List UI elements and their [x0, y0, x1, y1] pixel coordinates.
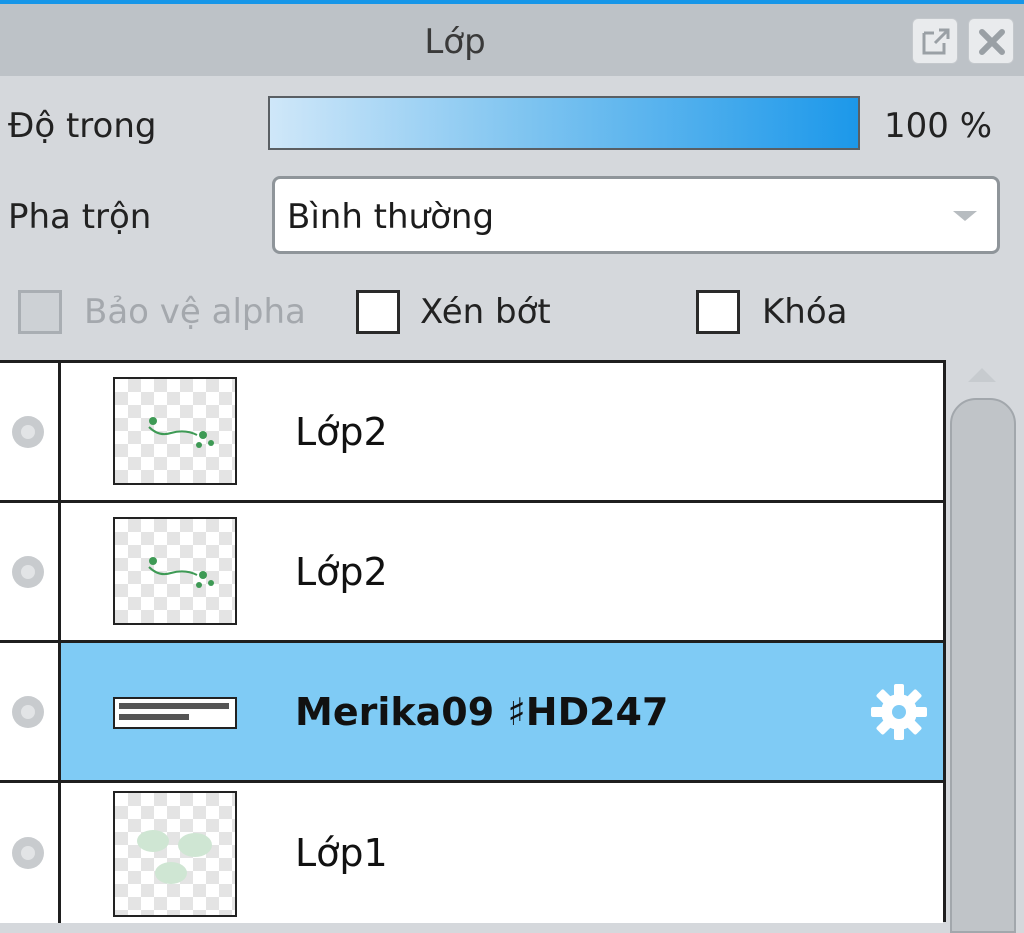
- layer-list: Lớp2 Lớp2 Merika09 ♯HD247 Lớp1: [0, 360, 946, 923]
- layer-row-selected[interactable]: Merika09 ♯HD247: [0, 643, 943, 783]
- layer-name: Lớp2: [295, 549, 388, 594]
- visibility-dot-icon: [12, 415, 44, 448]
- layer-row[interactable]: Lớp1: [0, 783, 943, 923]
- layer-row[interactable]: Lớp2: [0, 363, 943, 503]
- layer-thumbnail: [113, 377, 237, 485]
- blend-label: Pha trộn: [8, 197, 152, 237]
- visibility-toggle[interactable]: [0, 363, 61, 500]
- lock-checkbox[interactable]: [696, 290, 740, 334]
- lock-label: Khóa: [762, 292, 848, 332]
- visibility-dot-icon: [12, 695, 44, 728]
- layer-thumbnail: [113, 697, 237, 729]
- scrollbar-thumb[interactable]: [950, 398, 1016, 933]
- visibility-dot-icon: [12, 837, 44, 869]
- visibility-toggle[interactable]: [0, 503, 61, 640]
- layer-thumbnail: [113, 791, 237, 917]
- opacity-value: 100 %: [884, 106, 993, 146]
- green-sketch-thumbnail: [148, 557, 214, 588]
- close-button[interactable]: [968, 18, 1014, 64]
- layer-thumbnail: [113, 517, 237, 625]
- blend-mode-select[interactable]: Bình thường: [272, 176, 1000, 254]
- opacity-slider[interactable]: [268, 96, 860, 150]
- blend-mode-value: Bình thường: [287, 197, 495, 237]
- visibility-dot-icon: [12, 555, 44, 588]
- layer-name: Lớp1: [295, 831, 388, 875]
- float-window-icon: [922, 28, 950, 55]
- scroll-up-arrow-icon[interactable]: [968, 368, 996, 382]
- layer-name: Lớp2: [295, 409, 388, 454]
- close-icon: [979, 29, 1005, 55]
- protect-alpha-checkbox[interactable]: [18, 290, 62, 334]
- green-sketch-thumbnail: [148, 417, 214, 448]
- visibility-toggle[interactable]: [0, 643, 61, 780]
- text-strip-thumbnail: [119, 703, 229, 720]
- protect-alpha-label: Bảo vệ alpha: [84, 292, 306, 332]
- layer-row[interactable]: Lớp2: [0, 503, 943, 643]
- clipping-label: Xén bớt: [420, 292, 551, 332]
- clipping-checkbox[interactable]: [356, 290, 400, 334]
- opacity-label: Độ trong: [8, 106, 157, 146]
- visibility-toggle[interactable]: [0, 783, 61, 923]
- panel-titlebar[interactable]: Lớp: [0, 4, 1024, 76]
- layer-name: Merika09 ♯HD247: [295, 689, 669, 734]
- chevron-down-icon: [953, 211, 977, 221]
- pale-green-blobs-thumbnail: [137, 830, 212, 884]
- float-window-button[interactable]: [912, 18, 958, 64]
- gear-icon[interactable]: [867, 680, 931, 744]
- panel-title: Lớp: [424, 22, 486, 62]
